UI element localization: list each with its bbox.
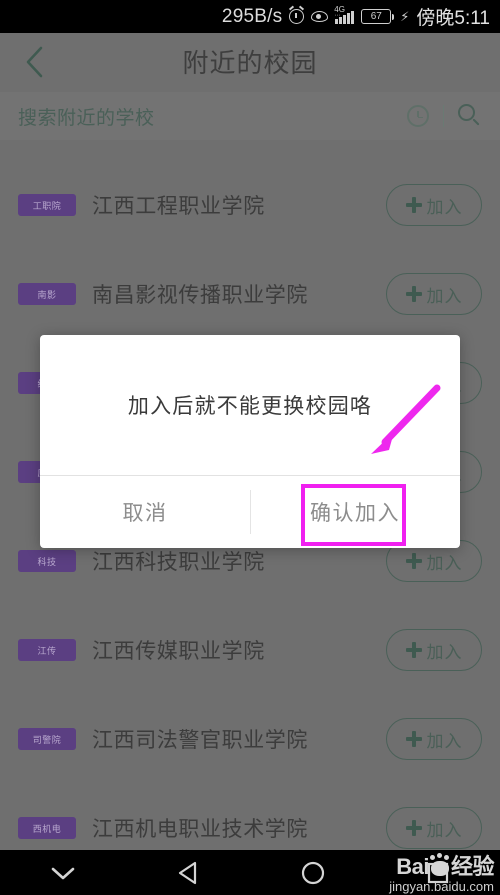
clock-icon[interactable] — [407, 105, 429, 127]
plus-icon — [406, 286, 422, 302]
plus-icon — [406, 197, 422, 213]
network-speed: 295B/s — [222, 6, 282, 28]
search-divider — [443, 105, 444, 127]
join-button-label: 加入 — [427, 816, 463, 841]
plus-icon — [406, 731, 422, 747]
phone-screen: 295B/s 4G⋯ 67 ⚡ 傍晚5:11 附近的校园 搜索附近的学校 工职院… — [0, 0, 500, 895]
join-button-label: 加入 — [427, 282, 463, 307]
school-name: 南昌影视传播职业学院 — [92, 279, 308, 309]
join-button[interactable]: 加入 — [386, 273, 482, 315]
chevron-down-icon[interactable] — [0, 865, 125, 881]
app-bar: 附近的校园 — [0, 33, 500, 90]
school-badge: 科技 — [18, 550, 76, 572]
school-badge: 江传 — [18, 639, 76, 661]
school-badge: 西机电 — [18, 817, 76, 839]
page-title: 附近的校园 — [0, 43, 500, 80]
back-triangle-icon[interactable] — [125, 861, 250, 885]
magnifier-icon[interactable] — [458, 104, 482, 128]
dialog-actions: 取消 确认加入 — [40, 476, 460, 548]
watermark-url: jingyan.baidu.com — [389, 879, 494, 894]
confirm-join-button[interactable]: 确认加入 — [250, 476, 460, 548]
school-name: 江西传媒职业学院 — [92, 635, 265, 665]
plus-icon — [406, 820, 422, 836]
list-item[interactable]: 江传江西传媒职业学院 加入 — [0, 615, 500, 685]
eye-icon — [311, 11, 328, 22]
school-name: 江西机电职业技术学院 — [92, 813, 308, 843]
join-button[interactable]: 加入 — [386, 629, 482, 671]
school-badge: 工职院 — [18, 194, 76, 216]
watermark-brand: Bai 经验 — [389, 855, 494, 879]
join-button-label: 加入 — [427, 549, 463, 574]
join-button-label: 加入 — [427, 193, 463, 218]
home-circle-icon[interactable] — [250, 861, 375, 885]
alarm-clock-icon — [289, 9, 304, 24]
join-button[interactable]: 加入 — [386, 807, 482, 849]
cancel-button[interactable]: 取消 — [40, 476, 250, 548]
join-button-label: 加入 — [427, 638, 463, 663]
dialog-vertical-divider — [250, 490, 251, 534]
list-item[interactable]: 工职院江西工程职业学院 加入 — [0, 170, 500, 240]
dialog-message: 加入后就不能更换校园咯 — [128, 390, 372, 420]
list-item[interactable]: 南影南昌影视传播职业学院 加入 — [0, 259, 500, 329]
school-badge: 司警院 — [18, 728, 76, 750]
join-button[interactable]: 加入 — [386, 184, 482, 226]
school-name: 江西科技职业学院 — [92, 546, 265, 576]
school-name: 江西司法警官职业学院 — [92, 724, 308, 754]
search-bar[interactable]: 搜索附近的学校 — [0, 92, 500, 140]
signal-strength-icon: 4G⋯ — [335, 9, 354, 24]
battery-icon: 67 — [361, 9, 391, 24]
list-item[interactable]: 司警院江西司法警官职业学院 加入 — [0, 704, 500, 774]
paw-icon — [429, 857, 451, 877]
confirm-dialog: 加入后就不能更换校园咯 取消 确认加入 — [40, 335, 460, 548]
school-badge: 南影 — [18, 283, 76, 305]
status-bar: 295B/s 4G⋯ 67 ⚡ 傍晚5:11 — [0, 0, 500, 33]
join-button-label: 加入 — [427, 727, 463, 752]
system-nav-bar: Bai 经验 jingyan.baidu.com — [0, 850, 500, 895]
search-input[interactable]: 搜索附近的学校 — [18, 103, 407, 130]
baidu-watermark: Bai 经验 jingyan.baidu.com — [389, 855, 494, 894]
lightning-bolt-icon: ⚡ — [400, 9, 409, 25]
battery-level: 67 — [371, 12, 382, 22]
plus-icon — [406, 642, 422, 658]
dialog-message-area: 加入后就不能更换校园咯 — [40, 335, 460, 475]
plus-icon — [406, 553, 422, 569]
school-name: 江西工程职业学院 — [92, 190, 265, 220]
status-time: 傍晚5:11 — [416, 3, 490, 30]
join-button[interactable]: 加入 — [386, 718, 482, 760]
